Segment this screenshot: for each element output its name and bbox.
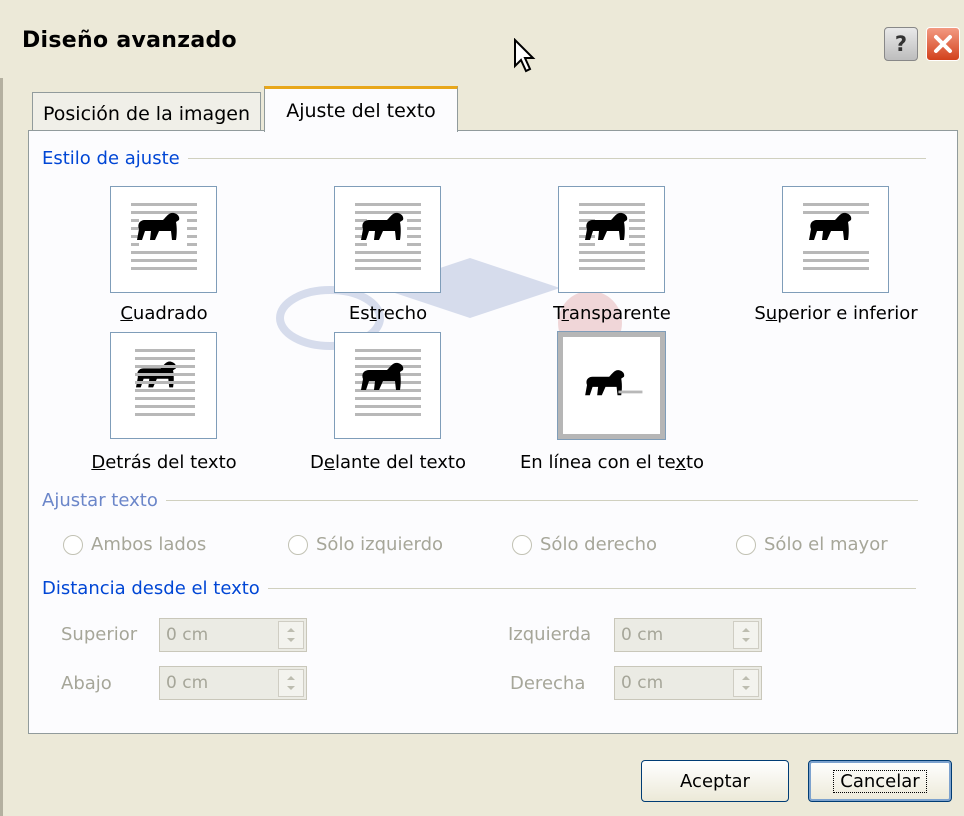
tab-posicion-imagen[interactable]: Posición de la imagen [32, 92, 261, 134]
radio-solo-izquierdo[interactable]: Sólo izquierdo [288, 534, 443, 555]
radio-circle [512, 534, 532, 555]
wrap-option-through-wrap[interactable] [558, 186, 665, 293]
wrap-option-behind-text[interactable] [110, 332, 217, 439]
mouse-cursor-icon [513, 37, 537, 79]
radio-solo-derecho[interactable]: Sólo derecho [512, 534, 657, 555]
radio-circle [288, 534, 308, 555]
button-label: Cancelar [833, 769, 927, 793]
section-heading: Distancia desde el texto [42, 578, 260, 599]
tab-label: Ajuste del texto [286, 99, 436, 122]
inline-with-text-icon [585, 370, 643, 396]
wrap-option-label[interactable]: En línea con el texto [520, 452, 704, 473]
wrap-option-label[interactable]: Estrecho [349, 303, 427, 324]
spin-arrows-icon[interactable] [278, 621, 304, 649]
radio-label: Sólo izquierdo [316, 534, 444, 555]
spinner-izquierda[interactable]: 0 cm [614, 618, 762, 652]
spin-arrows-icon[interactable] [733, 669, 759, 697]
spin-arrows-icon[interactable] [278, 669, 304, 697]
square-wrap-icon [131, 203, 197, 270]
button-label: Aceptar [680, 770, 750, 792]
divider [165, 500, 918, 501]
label-izquierda: Izquierda [508, 624, 592, 645]
radio-circle [63, 534, 83, 555]
window-title: Diseño avanzado [22, 28, 237, 53]
title-bar: Diseño avanzado ? [0, 0, 964, 80]
tab-ajuste-texto[interactable]: Ajuste del texto [264, 86, 458, 132]
wrap-option-label[interactable]: Superior e inferior [754, 303, 917, 324]
section-distancia: Distancia desde el texto [42, 578, 916, 599]
radio-label: Sólo derecho [540, 534, 658, 555]
wrap-option-tight-wrap[interactable] [334, 186, 441, 293]
through-wrap-icon [579, 203, 645, 270]
spinner-value: 0 cm [621, 625, 664, 645]
section-heading: Estilo de ajuste [42, 148, 180, 169]
section-estilo-ajuste: Estilo de ajuste [42, 148, 926, 169]
wrap-option-label[interactable]: Delante del texto [310, 452, 466, 473]
wrap-option-inline-with-text[interactable] [557, 331, 666, 440]
in-front-of-text-icon [355, 349, 421, 416]
section-ajustar-texto: Ajustar texto [42, 490, 918, 511]
radio-solo-el-mayor[interactable]: Sólo el mayor [736, 534, 888, 555]
spinner-abajo[interactable]: 0 cm [159, 666, 307, 700]
radio-label: Ambos lados [91, 534, 207, 555]
wrap-option-label[interactable]: Detrás del texto [91, 452, 236, 473]
tight-wrap-icon [355, 203, 421, 270]
behind-text-icon [135, 349, 195, 416]
spinner-derecha[interactable]: 0 cm [614, 666, 762, 700]
wrap-option-square-wrap[interactable] [110, 186, 217, 293]
help-button[interactable]: ? [884, 27, 918, 61]
wrap-option-label[interactable]: Transparente [553, 303, 671, 324]
spinner-value: 0 cm [166, 673, 209, 693]
spin-arrows-icon[interactable] [733, 621, 759, 649]
window-frame [0, 78, 3, 816]
spinner-value: 0 cm [621, 673, 664, 693]
radio-ambos-lados[interactable]: Ambos lados [63, 534, 206, 555]
divider [187, 158, 926, 159]
close-button[interactable] [926, 27, 960, 61]
wrap-option-top-bottom-wrap[interactable] [782, 186, 889, 293]
label-abajo: Abajo [61, 673, 112, 694]
radio-label: Sólo el mayor [764, 534, 888, 555]
close-x-icon [934, 35, 952, 53]
top-bottom-wrap-icon [803, 203, 869, 270]
aceptar-button[interactable]: Aceptar [641, 760, 789, 802]
wrap-option-in-front-of-text[interactable] [334, 332, 441, 439]
label-derecha: Derecha [510, 673, 586, 694]
divider [267, 588, 916, 589]
tab-label: Posición de la imagen [43, 102, 250, 125]
label-superior: Superior [61, 624, 138, 645]
section-heading: Ajustar texto [42, 490, 158, 511]
radio-circle [736, 534, 756, 555]
cancelar-button[interactable]: Cancelar [808, 760, 952, 802]
wrap-option-label[interactable]: Cuadrado [120, 303, 207, 324]
spinner-value: 0 cm [166, 625, 209, 645]
question-icon: ? [894, 32, 908, 56]
spinner-superior[interactable]: 0 cm [159, 618, 307, 652]
